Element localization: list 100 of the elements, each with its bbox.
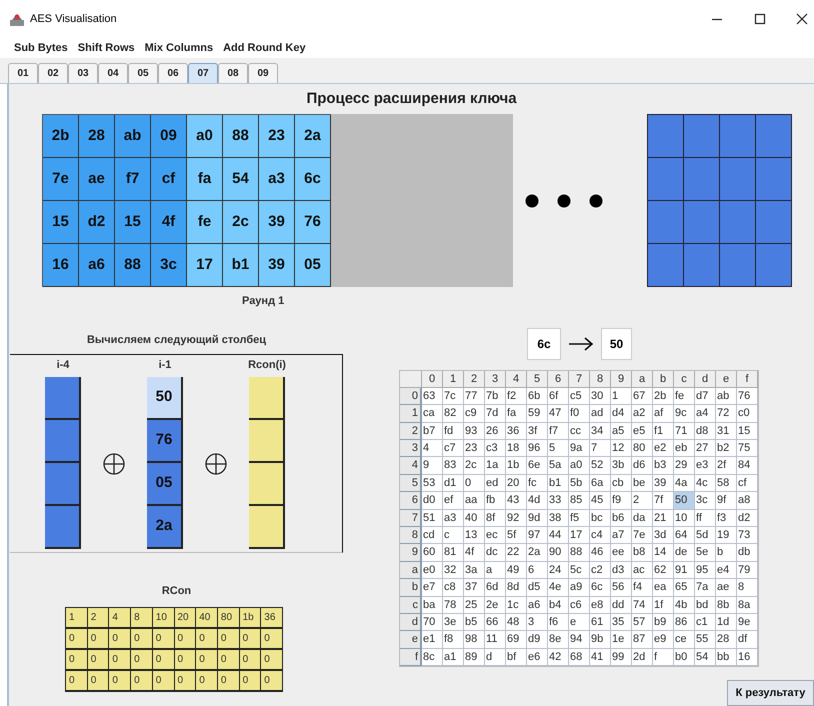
table-cell: 93 bbox=[464, 422, 485, 440]
table-cell: 2b bbox=[653, 388, 674, 406]
table-cell: 40 bbox=[464, 510, 485, 528]
tab[interactable]: 02 bbox=[38, 63, 68, 83]
tab[interactable]: 03 bbox=[68, 63, 98, 83]
table-cell: 9e bbox=[737, 614, 758, 632]
table-cell: 2c bbox=[464, 457, 485, 475]
column-label: Rcon(i) bbox=[248, 358, 286, 373]
tab[interactable]: 04 bbox=[98, 63, 128, 83]
table-cell: ff bbox=[695, 510, 716, 528]
table-cell: 0 bbox=[240, 650, 262, 670]
xor-icon bbox=[205, 453, 227, 475]
table-cell: 8 bbox=[131, 608, 153, 628]
table-cell: 97 bbox=[527, 527, 548, 544]
table-cell: 12 bbox=[611, 440, 632, 458]
key-byte-cell: b1 bbox=[223, 244, 259, 287]
table-cell: 35 bbox=[611, 614, 632, 632]
table-cell: 1e bbox=[611, 631, 632, 649]
row-header: 0 bbox=[400, 388, 422, 406]
menu-item[interactable]: Add Round Key bbox=[223, 40, 306, 56]
table-cell: f bbox=[653, 648, 674, 666]
table-cell: 67 bbox=[632, 388, 653, 406]
column-header: b bbox=[653, 370, 674, 388]
table-cell: f7 bbox=[548, 422, 569, 440]
table-cell: 3f bbox=[527, 422, 548, 440]
key-byte-cell: 39 bbox=[259, 244, 295, 287]
table-cell: 1b bbox=[506, 457, 527, 475]
menu-item[interactable]: Sub Bytes bbox=[14, 40, 68, 56]
menu-item[interactable]: Mix Columns bbox=[144, 40, 214, 56]
table-cell: b6 bbox=[611, 510, 632, 528]
table-cell: 7a bbox=[695, 579, 716, 597]
table-cell: 3d bbox=[653, 527, 674, 544]
table-cell: de bbox=[674, 544, 695, 562]
table-cell: 9d bbox=[527, 510, 548, 528]
table-cell: 53 bbox=[422, 474, 443, 492]
table-cell: cb bbox=[611, 474, 632, 492]
table-cell: 4c bbox=[695, 474, 716, 492]
key-byte-cell: 2b bbox=[43, 115, 79, 158]
table-cell: 0 bbox=[261, 670, 283, 692]
table-cell: 1c bbox=[506, 596, 527, 614]
tab[interactable]: 09 bbox=[248, 63, 278, 83]
table-cell: 0 bbox=[174, 628, 196, 650]
table-cell: 0 bbox=[109, 628, 132, 650]
table-cell: b8 bbox=[632, 544, 653, 562]
key-byte-cell: 23 bbox=[259, 115, 295, 158]
key-byte-cell: a6 bbox=[79, 244, 115, 287]
menu-item[interactable]: Shift Rows bbox=[78, 40, 135, 56]
key-byte-cell: 17 bbox=[187, 244, 223, 287]
key-byte-cell: 39 bbox=[259, 201, 295, 244]
table-cell: bc bbox=[590, 510, 611, 528]
table-cell: d1 bbox=[443, 474, 464, 492]
tab[interactable]: 01 bbox=[8, 63, 38, 83]
table-cell: c0 bbox=[737, 405, 758, 423]
table-cell: 65 bbox=[674, 579, 695, 597]
table-cell: b bbox=[716, 544, 737, 562]
table-cell: 8f bbox=[485, 510, 506, 528]
table-cell: 69 bbox=[506, 631, 527, 649]
column-header: 9 bbox=[611, 370, 632, 388]
table-cell: 55 bbox=[695, 631, 716, 649]
table-cell: 0 bbox=[152, 670, 174, 692]
column-label: i-4 bbox=[56, 358, 70, 373]
table-cell: 0 bbox=[261, 650, 283, 670]
key-byte-cell: 88 bbox=[223, 115, 259, 158]
close-icon[interactable] bbox=[796, 13, 808, 25]
table-cell: 1 bbox=[611, 388, 632, 406]
table-cell: 4 bbox=[422, 440, 443, 458]
tab[interactable]: 06 bbox=[158, 63, 188, 83]
output-byte-box: 50 bbox=[601, 328, 632, 360]
table-cell: 7e bbox=[632, 527, 653, 544]
tab[interactable]: 08 bbox=[218, 63, 248, 83]
table-cell: 0 bbox=[261, 628, 283, 650]
table-cell: 19 bbox=[716, 527, 737, 544]
table-cell: 0 bbox=[240, 670, 262, 692]
ellipsis-icon bbox=[525, 194, 603, 208]
key-byte-cell: 6c bbox=[295, 158, 331, 201]
key-byte-cell: f7 bbox=[115, 158, 151, 201]
maximize-icon[interactable] bbox=[754, 13, 766, 25]
key-byte-cell: 15 bbox=[43, 201, 79, 244]
table-cell: 0 bbox=[196, 650, 218, 670]
table-cell: 30 bbox=[590, 388, 611, 406]
table-cell: a6 bbox=[527, 596, 548, 614]
tab[interactable]: 07 bbox=[188, 63, 218, 83]
table-cell: 80 bbox=[632, 440, 653, 458]
table-cell: f1 bbox=[653, 422, 674, 440]
table-cell: 70 bbox=[422, 614, 443, 632]
table-cell: f5 bbox=[569, 510, 590, 528]
round-label: Раунд 1 bbox=[242, 294, 286, 309]
table-cell: a2 bbox=[632, 405, 653, 423]
table-cell: fe bbox=[674, 388, 695, 406]
table-cell: af bbox=[653, 405, 674, 423]
table-cell: 73 bbox=[737, 527, 758, 544]
tab[interactable]: 05 bbox=[128, 63, 158, 83]
column-header: 7 bbox=[569, 370, 590, 388]
table-cell: f9 bbox=[611, 492, 632, 510]
table-cell: 71 bbox=[674, 422, 695, 440]
result-button[interactable]: К результату bbox=[727, 680, 814, 706]
table-cell: e1 bbox=[422, 631, 443, 649]
table-cell: 0 bbox=[152, 628, 174, 650]
key-byte-cell: d2 bbox=[79, 201, 115, 244]
key-byte-cell: 05 bbox=[295, 244, 331, 287]
